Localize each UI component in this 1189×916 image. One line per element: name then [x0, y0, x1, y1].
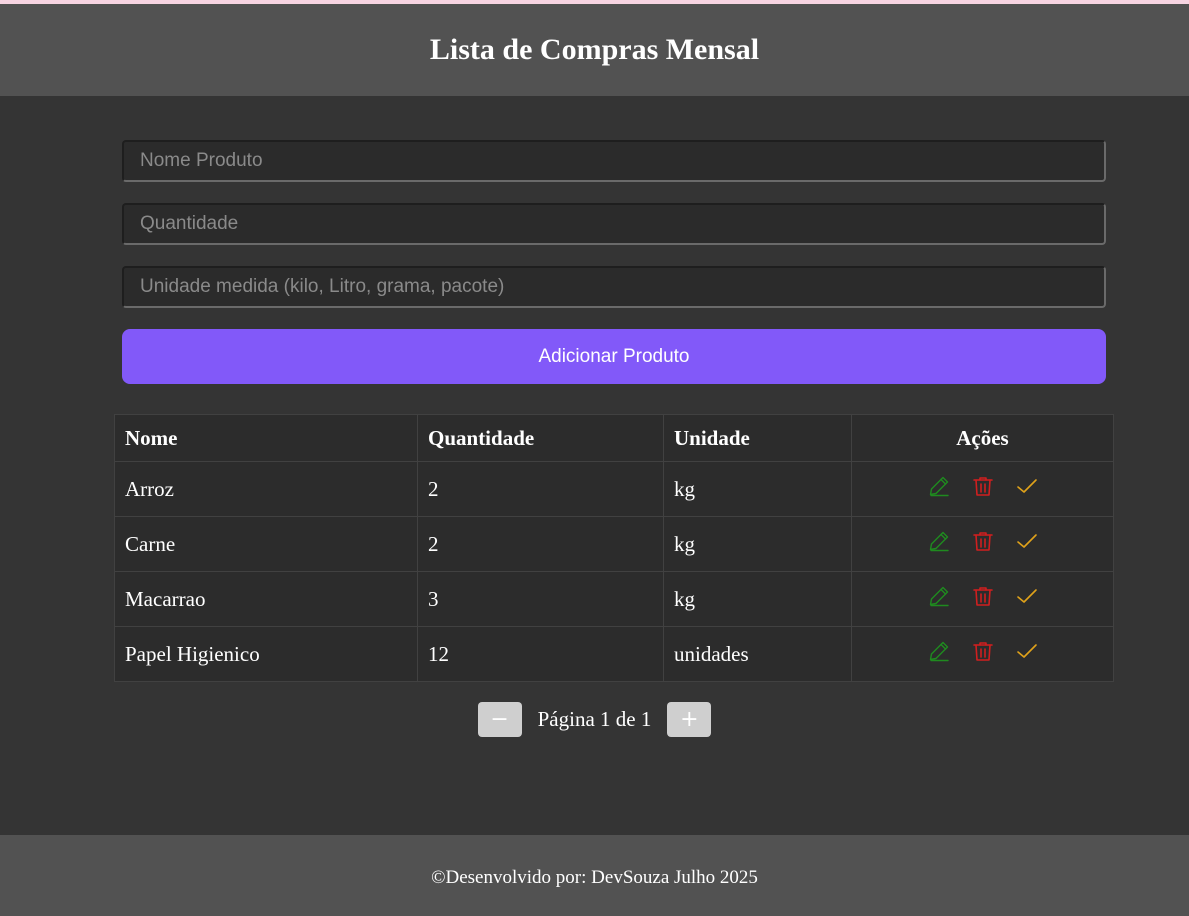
pencil-edit-icon[interactable] [927, 639, 951, 663]
page-indicator: Página 1 de 1 [537, 707, 652, 731]
page-title: Lista de Compras Mensal [429, 33, 760, 66]
product-name-input[interactable] [122, 140, 1106, 182]
unit-cell: kg [663, 571, 852, 627]
pencil-edit-icon[interactable] [927, 584, 951, 608]
app-header: Lista de Compras Mensal [0, 4, 1189, 96]
footer: ©Desenvolvido por: DevSouza Julho 2025 [0, 835, 1189, 916]
actions-cell [851, 571, 1114, 627]
pagination: − Página 1 de 1 + [0, 702, 1189, 737]
check-icon[interactable] [1015, 639, 1039, 663]
column-header-name: Nome [114, 414, 418, 462]
product-name-cell: Papel Higienico [114, 626, 418, 682]
product-form: Adicionar Produto [122, 140, 1106, 384]
actions-cell [851, 516, 1114, 572]
quantity-cell: 12 [417, 626, 664, 682]
column-header-actions: Ações [851, 414, 1114, 462]
unit-cell: unidades [663, 626, 852, 682]
add-product-button[interactable]: Adicionar Produto [122, 329, 1106, 384]
check-icon[interactable] [1015, 529, 1039, 553]
trash-icon[interactable] [971, 639, 995, 663]
table-header-row: Nome Quantidade Unidade Ações [114, 414, 1114, 462]
trash-icon[interactable] [971, 584, 995, 608]
trash-icon[interactable] [971, 474, 995, 498]
product-name-cell: Arroz [114, 461, 418, 517]
check-icon[interactable] [1015, 584, 1039, 608]
pencil-edit-icon[interactable] [927, 474, 951, 498]
unit-cell: kg [663, 516, 852, 572]
unit-cell: kg [663, 461, 852, 517]
table-row: Arroz 2 kg [114, 461, 1114, 517]
actions-cell [851, 461, 1114, 517]
unit-input[interactable] [122, 266, 1106, 308]
column-header-quantity: Quantidade [417, 414, 664, 462]
next-page-button[interactable]: + [667, 702, 712, 737]
column-header-unit: Unidade [663, 414, 852, 462]
table-row: Papel Higienico 12 unidades [114, 626, 1114, 682]
quantity-input[interactable] [122, 203, 1106, 245]
product-name-cell: Carne [114, 516, 418, 572]
table-row: Macarrao 3 kg [114, 571, 1114, 627]
footer-text: ©Desenvolvido por: DevSouza Julho 2025 [431, 866, 758, 888]
trash-icon[interactable] [971, 529, 995, 553]
shopping-table: Nome Quantidade Unidade Ações Arroz 2 kg Ca… [114, 414, 1114, 682]
previous-page-button[interactable]: − [477, 702, 522, 737]
actions-cell [851, 626, 1114, 682]
table-row: Carne 2 kg [114, 516, 1114, 572]
quantity-cell: 3 [417, 571, 664, 627]
pencil-edit-icon[interactable] [927, 529, 951, 553]
quantity-cell: 2 [417, 461, 664, 517]
check-icon[interactable] [1015, 474, 1039, 498]
quantity-cell: 2 [417, 516, 664, 572]
product-name-cell: Macarrao [114, 571, 418, 627]
